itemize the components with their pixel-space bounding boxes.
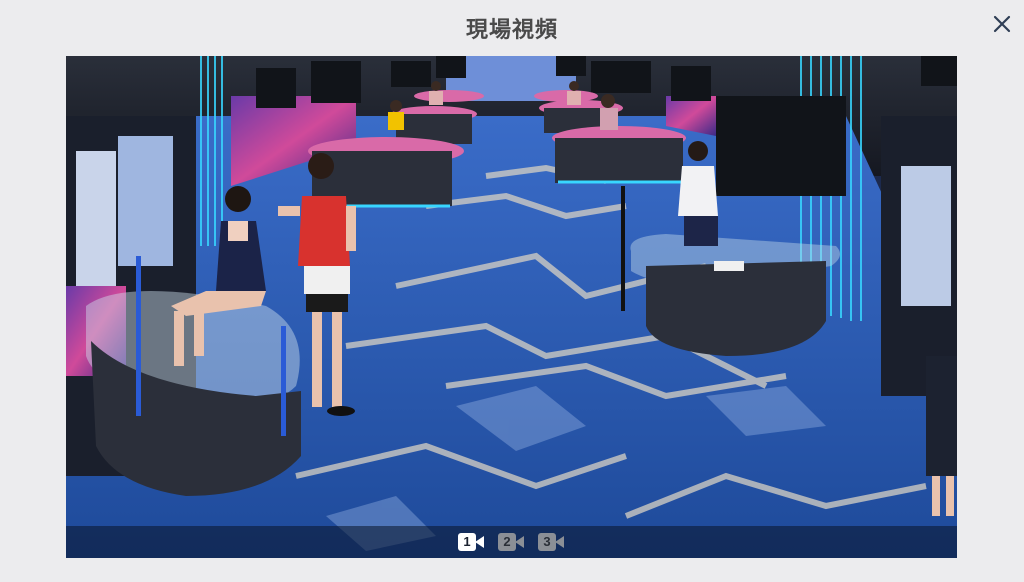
camera-1-button[interactable]: 1 (458, 533, 486, 551)
camera-3-button[interactable]: 3 (538, 533, 566, 551)
camera-icon (515, 536, 524, 548)
live-video-stream[interactable]: 1 2 3 (66, 56, 957, 558)
camera-2-button[interactable]: 2 (498, 533, 526, 551)
camera-3-label: 3 (538, 533, 556, 551)
camera-switcher: 1 2 3 (66, 526, 957, 558)
camera-1-label: 1 (458, 533, 476, 551)
casino-studio-scene (66, 56, 957, 558)
camera-2-label: 2 (498, 533, 516, 551)
modal-title: 現場視頻 (465, 17, 558, 42)
camera-icon (475, 536, 484, 548)
live-video-modal: 現場視頻 1 2 3 (0, 0, 1024, 582)
close-icon[interactable] (988, 10, 1016, 38)
camera-icon (555, 536, 564, 548)
